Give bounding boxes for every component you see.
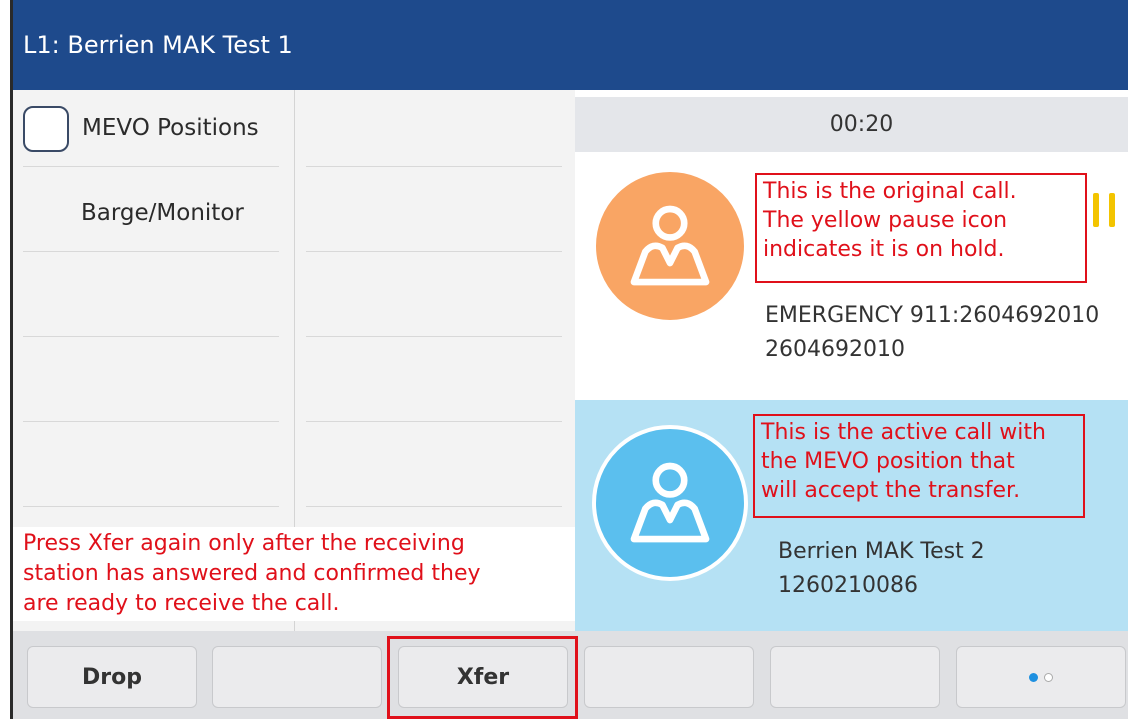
row-divider	[23, 166, 279, 167]
annotation-line: This is the active call with	[761, 420, 1046, 445]
page-dot-active	[1029, 672, 1038, 682]
held-call-number: 2604692010	[765, 337, 905, 362]
row-divider	[306, 336, 562, 337]
pause-icon	[1093, 193, 1121, 227]
user-avatar-icon	[592, 168, 748, 324]
user-avatar-icon	[592, 425, 748, 581]
page-dot-inactive	[1044, 672, 1053, 682]
drop-softkey[interactable]: Drop	[27, 646, 197, 708]
active-call-name: Berrien MAK Test 2	[778, 539, 985, 564]
annotation-line: indicates it is on hold.	[763, 237, 1005, 262]
annotation-line: The yellow pause icon	[763, 208, 1008, 233]
page-indicator-dots	[1029, 672, 1053, 682]
softkey-5[interactable]	[770, 646, 940, 708]
row-divider	[23, 506, 279, 507]
barge-monitor-item[interactable]: Barge/Monitor	[81, 200, 244, 226]
annotation-line: the MEVO position that	[761, 449, 1015, 474]
annotation-line: This is the original call.	[763, 179, 1017, 204]
row-divider	[23, 251, 279, 252]
row-divider	[306, 421, 562, 422]
left-panel: MEVO Positions Barge/Monitor Press Xfer …	[10, 90, 578, 631]
row-divider	[23, 421, 279, 422]
annotation-line: will accept the transfer.	[761, 478, 1021, 503]
held-call-name: EMERGENCY 911:2604692010	[765, 303, 1100, 328]
row-divider	[306, 166, 562, 167]
call-timer-value: 00:20	[829, 112, 894, 137]
softkey-2[interactable]	[212, 646, 382, 708]
active-annotation: This is the active call with the MEVO po…	[753, 414, 1085, 518]
softkey-4[interactable]	[584, 646, 754, 708]
xfer-highlight-box	[387, 636, 578, 719]
transfer-instruction-note: Press Xfer again only after the receivin…	[13, 527, 578, 621]
row-divider	[306, 251, 562, 252]
mevo-positions-checkbox[interactable]	[23, 106, 69, 152]
note-line: are ready to receive the call.	[23, 591, 340, 616]
row-divider	[306, 506, 562, 507]
note-line: Press Xfer again only after the receivin…	[23, 531, 465, 556]
active-call-number: 1260210086	[778, 573, 918, 598]
line-title: L1: Berrien MAK Test 1	[23, 31, 293, 59]
line-title-bar: L1: Berrien MAK Test 1	[10, 0, 1128, 90]
hold-annotation: This is the original call. The yellow pa…	[755, 173, 1087, 283]
call-timer: 00:20	[575, 97, 1128, 152]
mevo-positions-label[interactable]: MEVO Positions	[82, 115, 259, 141]
note-line: station has answered and confirmed they	[23, 561, 481, 586]
row-divider	[23, 336, 279, 337]
page-indicator-softkey[interactable]	[956, 646, 1126, 708]
